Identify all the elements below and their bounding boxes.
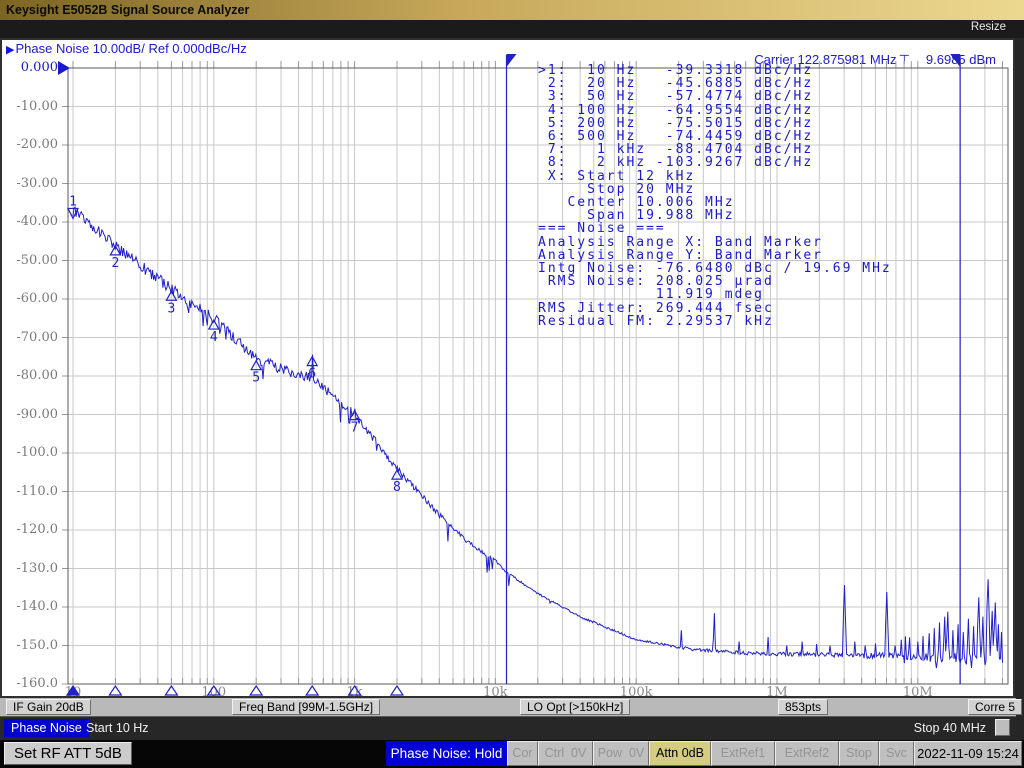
sweep-stop-label[interactable]: Stop 40 MHz [914,719,986,737]
points-button[interactable]: 853pts [778,699,828,715]
y-tick-label: -80.00 [0,368,58,383]
status-segment: Ctrl 0V [538,741,593,766]
trace-marker-icon: ▶ [6,44,14,56]
status-segment: Cor [507,741,538,766]
y-tick-label: -120.0 [0,522,58,537]
status-segment: Attn 0dB [649,741,711,766]
y-tick-label: -40.00 [0,214,58,229]
lo-opt-button[interactable]: LO Opt [>150kHz] [520,699,630,715]
y-tick-label: -140.0 [0,599,58,614]
status-segment: Pow 0V [593,741,649,766]
y-tick-label: -70.00 [0,330,58,345]
trace-bar: Phase Noise Start 10 Hz Stop 40 MHz [0,717,1016,740]
sweep-start-label[interactable]: Start 10 Hz [86,719,149,737]
resize-button[interactable]: Resize [971,21,1006,33]
status-segment: Svc [879,741,914,766]
y-tick-label: -30.00 [0,176,58,191]
y-tick-label: -90.00 [0,407,58,422]
status-segment: ExtRef2 [775,741,839,766]
status-segments: CorCtrl 0VPow 0VAttn 0dBExtRef1ExtRef2St… [507,741,1022,766]
phase-noise-hold-indicator[interactable]: Phase Noise: Hold [386,741,507,766]
if-gain-button[interactable]: IF Gain 20dB [6,699,91,715]
band-marker-flag-icon: ⊤ [899,52,910,67]
set-rf-att-button[interactable]: Set RF ATT 5dB [4,742,132,765]
y-tick-label: -100.0 [0,445,58,460]
y-tick-label: -50.00 [0,253,58,268]
y-tick-label: -110.0 [0,484,58,499]
trace-scale-label: Phase Noise 10.00dB/ Ref 0.000dBc/Hz [15,41,246,56]
carrier-power: 9.6985 dBm [926,52,996,67]
y-tick-label: -130.0 [0,561,58,576]
datetime-display: 2022-11-09 15:24 [914,741,1022,766]
y-tick-label: -10.00 [0,99,58,114]
resize-gripper[interactable] [995,719,1010,736]
status-segment: Stop [839,741,879,766]
instrument-status-bar: Set RF ATT 5dB Phase Noise: Hold CorCtrl… [0,740,1024,768]
trace-scale-header[interactable]: ▶Phase Noise 10.00dB/ Ref 0.000dBc/Hz [6,41,247,56]
freq-band-button[interactable]: Freq Band [99M-1.5GHz] [232,699,380,715]
correction-button[interactable]: Corre 5 [968,699,1022,715]
y-tick-label: -20.00 [0,137,58,152]
e5052b-screen: { "window": { "title": "Keysight E5052B … [0,0,1024,768]
window-title-bar: Keysight E5052B Signal Source Analyzer [0,0,1024,20]
measurement-status-bar: IF Gain 20dB Freq Band [99M-1.5GHz] LO O… [0,698,1016,717]
marker-and-noise-readout: >1: 10 Hz -39.3318 dBc/Hz 2: 20 Hz -45.6… [538,64,892,328]
window-title: Keysight E5052B Signal Source Analyzer [6,3,249,17]
y-tick-label: -150.0 [0,638,58,653]
status-segment: ExtRef1 [711,741,775,766]
tab-phase-noise[interactable]: Phase Noise [4,719,89,737]
ref-level-label: 0.000 [0,60,58,75]
menu-bar: Resize [0,20,1024,38]
y-tick-label: -60.00 [0,291,58,306]
